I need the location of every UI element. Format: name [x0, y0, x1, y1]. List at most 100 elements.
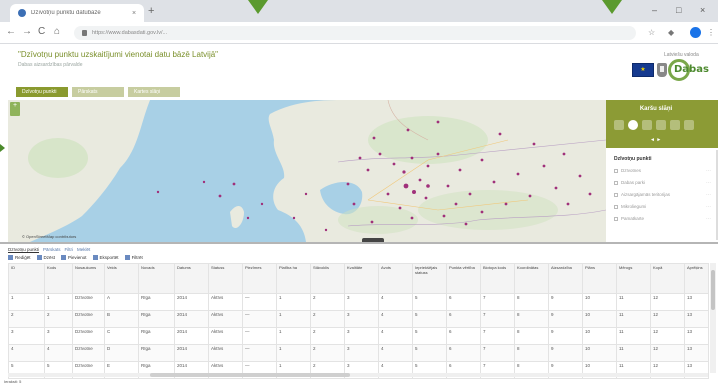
- layer-panel-tools: [614, 120, 694, 130]
- back-button[interactable]: ←: [6, 27, 16, 37]
- print-icon[interactable]: [670, 120, 680, 130]
- language-selector[interactable]: Latviešu valoda: [664, 52, 699, 58]
- column-header[interactable]: Kods: [44, 263, 73, 294]
- forward-button[interactable]: →: [22, 27, 32, 37]
- column-header[interactable]: Nosaukums: [72, 263, 105, 294]
- column-header[interactable]: Novads: [138, 263, 175, 294]
- layer-item[interactable]: Pamatkarte: [614, 216, 644, 221]
- table-cell: 1: [276, 327, 311, 345]
- table-cell: 2: [44, 310, 73, 328]
- column-header[interactable]: Aprēķins: [684, 263, 709, 294]
- table-cell: 4: [378, 310, 413, 328]
- help-icon[interactable]: [684, 120, 694, 130]
- layer-settings-icon[interactable]: ⋯: [706, 180, 711, 186]
- column-header[interactable]: Mērogs: [616, 263, 651, 294]
- column-header[interactable]: Veids: [104, 263, 139, 294]
- column-header[interactable]: Aizsardzība: [548, 263, 583, 294]
- checkbox-icon[interactable]: [614, 216, 618, 221]
- page-tab-overview[interactable]: Pārskats: [72, 87, 124, 97]
- table-tab[interactable]: Meklēt: [77, 247, 90, 253]
- list-icon[interactable]: [614, 120, 624, 130]
- map-view[interactable]: + © OpenStreetMap contributors: [8, 100, 606, 242]
- table-vertical-scroll-thumb[interactable]: [711, 270, 715, 310]
- column-header[interactable]: Platība ha: [276, 263, 311, 294]
- table-cell: 3: [344, 344, 379, 362]
- table-tab[interactable]: Dzīvotņu punkti: [8, 247, 40, 253]
- browser-tab[interactable]: Dzīvotņu punktu datubāze ×: [10, 4, 144, 22]
- layer-panel: Karšu slāņi ◄ ► Dzīvotņu punkti Dzīvotne…: [606, 100, 718, 242]
- home-button[interactable]: ⌂: [54, 27, 60, 37]
- column-header[interactable]: Statuss: [208, 263, 243, 294]
- column-header[interactable]: Avots: [378, 263, 413, 294]
- layer-settings-icon[interactable]: ⋯: [706, 168, 711, 174]
- new-tab-button[interactable]: +: [148, 6, 154, 17]
- checkbox-icon[interactable]: [614, 180, 618, 185]
- favicon-icon: [18, 9, 26, 17]
- search-icon[interactable]: [656, 120, 666, 130]
- delete-button[interactable]: Dzēst: [36, 255, 55, 260]
- table-horizontal-scroll-thumb[interactable]: [150, 373, 350, 377]
- column-header[interactable]: Stāvoklis: [310, 263, 345, 294]
- table-row[interactable]: 4 4 Dzīvotne D Rīga 2014 Aktīvs —1 2 3 4 5 6 7 8 9 10 11 1…: [8, 344, 709, 362]
- column-header[interactable]: ID: [8, 263, 45, 294]
- page-subtitle: Dabas aizsardzības pārvalde: [18, 62, 83, 68]
- column-header[interactable]: Plāns: [582, 263, 617, 294]
- bookmark-star-icon[interactable]: ☆: [648, 28, 655, 38]
- close-tab-icon[interactable]: ×: [132, 10, 136, 17]
- table-row[interactable]: 3 3 Dzīvotne C Rīga 2014 Aktīvs —1 2 3 4 5 6 7 8 9 10 11 1…: [8, 327, 709, 345]
- table-cell: Rīga: [138, 293, 175, 311]
- table-horizontal-scrollbar[interactable]: [8, 373, 708, 377]
- grid-icon[interactable]: [642, 120, 652, 130]
- basemap-icon[interactable]: [628, 120, 638, 130]
- panel-nav-arrows[interactable]: ◄ ►: [650, 137, 661, 143]
- edit-icon: [8, 255, 13, 260]
- layer-item[interactable]: Mikroliegumi: [614, 204, 646, 209]
- table-cell: 6: [446, 327, 481, 345]
- export-button[interactable]: Eksportēt: [92, 255, 119, 260]
- filter-button[interactable]: Filtrēt: [124, 255, 143, 260]
- close-window-button[interactable]: ×: [700, 5, 705, 15]
- checkbox-icon[interactable]: [614, 204, 618, 209]
- table-cell: B: [104, 310, 139, 328]
- table-cell: 13: [684, 310, 709, 328]
- address-bar[interactable]: https://www.dabasdati.gov.lv/...: [74, 26, 636, 40]
- layer-item[interactable]: Dzīvotnes: [614, 168, 641, 173]
- table-cell: 1: [276, 310, 311, 328]
- table-cell: 10: [582, 327, 617, 345]
- checkbox-icon[interactable]: [614, 168, 618, 173]
- layer-item[interactable]: Dabas parki: [614, 180, 645, 185]
- menu-dots-icon[interactable]: ⋮: [707, 28, 715, 38]
- page-tab-layers[interactable]: Kartes slāņi: [128, 87, 180, 97]
- column-header[interactable]: Datums: [174, 263, 209, 294]
- reload-button[interactable]: C: [38, 27, 45, 37]
- layer-settings-icon[interactable]: ⋯: [706, 204, 711, 210]
- column-header[interactable]: Punkta vērtība: [446, 263, 481, 294]
- minimize-button[interactable]: –: [652, 5, 657, 15]
- add-button[interactable]: Pievienot: [61, 255, 87, 260]
- table-cell: 1: [44, 293, 73, 311]
- table-row[interactable]: 2 2 Dzīvotne B Rīga 2014 Aktīvs —1 2 3 4 5 6 7 8 9 10 11 1…: [8, 310, 709, 328]
- table-tab[interactable]: Filtri: [65, 247, 74, 253]
- layer-settings-icon[interactable]: ⋯: [706, 192, 711, 198]
- column-header[interactable]: Kvalitāte: [344, 263, 379, 294]
- column-header[interactable]: Kopā: [650, 263, 685, 294]
- table-cell: 8: [514, 310, 549, 328]
- column-header[interactable]: Koordinātas: [514, 263, 549, 294]
- layer-item[interactable]: Aizsargājamās teritorijas: [614, 192, 670, 197]
- zoom-in-button[interactable]: +: [10, 102, 20, 116]
- table-row[interactable]: 1 1 Dzīvotne A Rīga 2014 Aktīvs —1 2 3 4 5 6 7 8 9 10 11 1…: [8, 293, 709, 311]
- profile-avatar[interactable]: [690, 27, 701, 38]
- page-tab-points[interactable]: Dzīvotņu punkti: [16, 87, 68, 97]
- column-header[interactable]: Piezīmes: [242, 263, 277, 294]
- checkbox-icon[interactable]: [614, 192, 618, 197]
- table-cell: 5: [412, 293, 447, 311]
- table-tab[interactable]: Pārskats: [43, 247, 61, 253]
- edit-button[interactable]: Rediģēt: [8, 255, 31, 260]
- column-header[interactable]: Biotopa kods: [480, 263, 515, 294]
- layer-settings-icon[interactable]: ⋯: [706, 216, 711, 222]
- maximize-button[interactable]: □: [676, 5, 681, 15]
- panel-splitter[interactable]: [0, 242, 718, 244]
- eu-flag-logo: ★: [632, 63, 654, 77]
- extension-icon[interactable]: ◆: [668, 28, 674, 38]
- column-header[interactable]: Iepriekšējais statuss: [412, 263, 447, 294]
